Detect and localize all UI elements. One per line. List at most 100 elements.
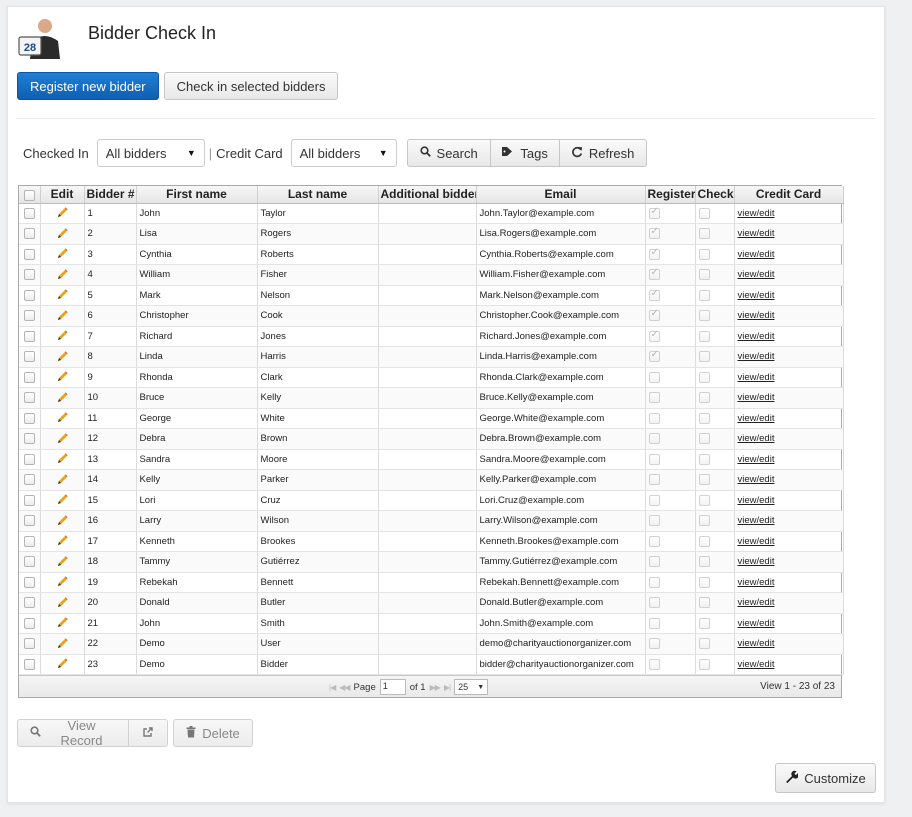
table-row[interactable]: 17 Kenneth Brookes Kenneth.Brookes@example.… [19,531,844,552]
edit-cell[interactable] [40,346,85,368]
view-edit-link[interactable]: view/edit [738,372,775,383]
table-row[interactable]: 13 Sandra Moore Sandra.Moore@example.com vie… [19,449,844,470]
column-header[interactable]: Last name [257,186,379,204]
check-in-selected-button[interactable]: Check in selected bidders [163,72,339,100]
row-select-cell[interactable] [19,613,41,634]
view-edit-link[interactable]: view/edit [738,638,775,649]
row-select-cell[interactable] [19,654,41,675]
table-row[interactable]: 21 John Smith John.Smith@example.com view/ed… [19,613,844,634]
pencil-icon[interactable] [55,370,69,384]
external-link-button[interactable] [128,719,168,747]
row-select-cell[interactable] [19,264,41,286]
table-row[interactable]: 1JohnTaylor John.Taylor@example.com view/e… [19,203,844,224]
edit-cell[interactable] [40,654,85,675]
first-page-icon[interactable]: |◀ [329,683,336,692]
view-edit-link[interactable]: view/edit [738,331,775,342]
edit-cell[interactable] [40,633,85,655]
edit-cell[interactable] [40,244,85,265]
view-edit-link[interactable]: view/edit [738,515,775,526]
view-edit-link[interactable]: view/edit [738,556,775,567]
view-edit-link[interactable]: view/edit [738,618,775,629]
delete-button[interactable]: Delete [173,719,253,747]
pencil-icon[interactable] [55,411,69,425]
view-edit-link[interactable]: view/edit [738,474,775,485]
edit-cell[interactable] [40,592,85,614]
table-row[interactable]: 9 Rhonda Clark Rhonda.Clark@example.com view… [19,367,844,388]
edit-cell[interactable] [40,223,85,245]
table-row[interactable]: 7RichardJones Richard.Jones@example.com vi… [19,326,844,347]
row-select-cell[interactable] [19,203,41,224]
edit-cell[interactable] [40,408,85,429]
table-row[interactable]: 16 Larry Wilson Larry.Wilson@example.com vie… [19,510,844,532]
row-select-cell[interactable] [19,551,41,573]
view-edit-link[interactable]: view/edit [738,208,775,219]
row-select-checkbox[interactable] [23,392,35,404]
select-all-checkbox[interactable] [23,189,35,201]
table-row[interactable]: 12 Debra Brown Debra.Brown@example.com view/… [19,428,844,450]
page-number-input[interactable]: 1 [379,679,406,695]
row-select-cell[interactable] [19,244,41,265]
table-row[interactable]: 19 Rebekah Bennett Rebekah.Bennett@example.… [19,572,844,593]
row-select-cell[interactable] [19,326,41,347]
view-edit-link[interactable]: view/edit [738,351,775,362]
row-select-cell[interactable] [19,490,41,511]
row-select-checkbox[interactable] [23,556,35,568]
table-row[interactable]: 23 Demo Bidder bidder@charityauctionorganiz… [19,654,844,675]
row-select-cell[interactable] [19,572,41,593]
table-row[interactable]: 2LisaRogers Lisa.Rogers@example.com view/e… [19,223,844,245]
edit-cell[interactable] [40,490,85,511]
column-header[interactable]: Edit [40,186,85,204]
row-select-cell[interactable] [19,428,41,450]
row-select-checkbox[interactable] [23,658,35,670]
row-select-cell[interactable] [19,346,41,368]
pencil-icon[interactable] [55,637,69,651]
column-header[interactable]: Additional bidders [378,186,477,204]
pencil-icon[interactable] [55,575,69,589]
pencil-icon[interactable] [55,452,69,466]
row-select-cell[interactable] [19,305,41,327]
column-header[interactable]: Credit Card [734,186,844,204]
pencil-icon[interactable] [55,309,69,323]
tags-button[interactable]: Tags [489,139,560,167]
pencil-icon[interactable] [55,268,69,282]
view-edit-link[interactable]: view/edit [738,228,775,239]
edit-cell[interactable] [40,428,85,450]
row-select-checkbox[interactable] [23,371,35,383]
view-edit-link[interactable]: view/edit [738,310,775,321]
row-select-checkbox[interactable] [23,515,35,527]
edit-cell[interactable] [40,469,85,491]
row-select-cell[interactable] [19,285,41,306]
pencil-icon[interactable] [55,391,69,405]
view-edit-link[interactable]: view/edit [738,495,775,506]
pencil-icon[interactable] [55,555,69,569]
view-edit-link[interactable]: view/edit [738,290,775,301]
view-edit-link[interactable]: view/edit [738,249,775,260]
table-row[interactable]: 10 Bruce Kelly Bruce.Kelly@example.com view/… [19,387,844,409]
pencil-icon[interactable] [55,288,69,302]
row-select-checkbox[interactable] [23,638,35,650]
row-select-checkbox[interactable] [23,228,35,240]
column-header[interactable]: Registered [645,186,696,204]
view-edit-link[interactable]: view/edit [738,454,775,465]
column-header[interactable]: Checked In [695,186,735,204]
prev-page-icon[interactable]: ◀◀ [339,683,350,692]
pencil-icon[interactable] [55,432,69,446]
pencil-icon[interactable] [55,227,69,241]
row-select-checkbox[interactable] [23,207,35,219]
pencil-icon[interactable] [55,350,69,364]
edit-cell[interactable] [40,367,85,388]
refresh-button[interactable]: Refresh [558,139,647,167]
pencil-icon[interactable] [55,329,69,343]
column-header[interactable]: Email [476,186,646,204]
table-row[interactable]: 20 Donald Butler Donald.Butler@example.com v… [19,592,844,614]
row-select-cell[interactable] [19,449,41,470]
row-select-checkbox[interactable] [23,248,35,260]
table-row[interactable]: 3 Cynthia Roberts Cynthia.Roberts@example.c… [19,244,844,265]
select-all-header[interactable] [19,186,41,204]
pencil-icon[interactable] [55,596,69,610]
table-row[interactable]: 6 Christopher Cook Christopher.Cook@example… [19,305,844,327]
rows-per-page-select[interactable]: 25 ▼ [454,679,489,695]
pencil-icon[interactable] [55,473,69,487]
last-page-icon[interactable]: ▶| [444,683,451,692]
row-select-checkbox[interactable] [23,494,35,506]
